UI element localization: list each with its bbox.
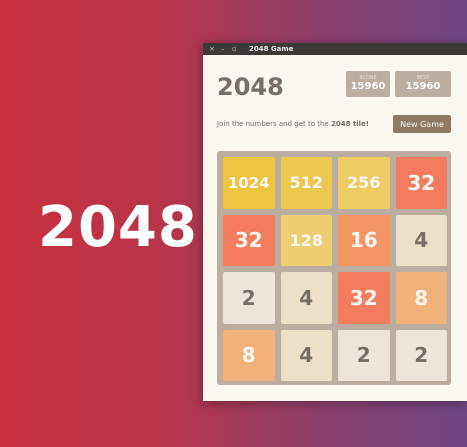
- best-value: 15960: [405, 81, 441, 92]
- tile: 1024: [223, 157, 275, 209]
- tile: 4: [395, 214, 447, 266]
- new-game-button[interactable]: New Game: [393, 115, 451, 133]
- intro-text: Join the numbers and get to the: [217, 120, 331, 128]
- window-title: 2048 Game: [249, 45, 294, 53]
- tile: 16: [338, 214, 390, 266]
- tile: 2: [395, 329, 447, 381]
- score-box: SCORE 15960: [346, 71, 390, 97]
- maximize-icon[interactable]: ▫: [232, 43, 237, 55]
- tile: 32: [338, 272, 390, 324]
- tile: 32: [395, 157, 447, 209]
- tile: 128: [280, 214, 332, 266]
- tile: 8: [223, 329, 275, 381]
- tile: 4: [280, 329, 332, 381]
- game-window: × – ▫ 2048 Game 2048 SCORE 15960 BEST 15…: [203, 43, 467, 401]
- title-bar: × – ▫ 2048 Game: [203, 43, 467, 55]
- tile: 8: [395, 272, 447, 324]
- game-logo: 2048: [217, 73, 284, 101]
- tile: 32: [223, 214, 275, 266]
- hero-title: 2048: [38, 195, 198, 260]
- game-board[interactable]: 1024 512 256 32 32 128 16 4 2 4 32 8 8 4 2 2: [217, 151, 451, 385]
- score-value: 15960: [350, 81, 386, 92]
- tile: 2: [223, 272, 275, 324]
- intro-goal: 2048 tile!: [330, 120, 369, 128]
- tile: 256: [338, 157, 390, 209]
- best-box: BEST 15960: [395, 71, 451, 97]
- tile: 512: [280, 157, 332, 209]
- game-intro: Join the numbers and get to the 2048 til…: [217, 120, 387, 128]
- tile: 4: [280, 272, 332, 324]
- close-icon[interactable]: ×: [209, 43, 215, 55]
- tile: 2: [338, 329, 390, 381]
- minimize-icon[interactable]: –: [221, 43, 225, 55]
